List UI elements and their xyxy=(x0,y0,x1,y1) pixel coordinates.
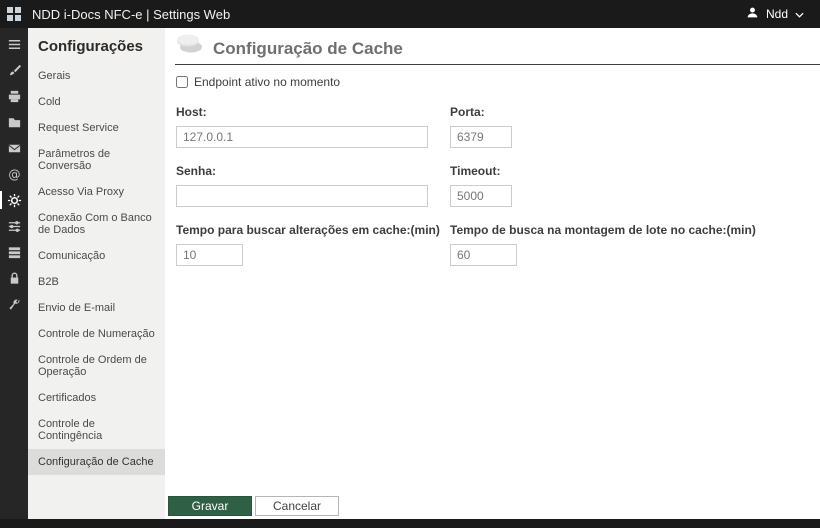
wrench-icon[interactable] xyxy=(0,291,28,317)
main-content: Configuração de Cache Endpoint ativo no … xyxy=(165,28,820,519)
topbar: NDD i-Docs NFC-e | Settings Web Ndd xyxy=(0,0,820,28)
cancel-button[interactable]: Cancelar xyxy=(255,496,339,516)
sidebar-item[interactable]: Request Service xyxy=(28,115,165,141)
user-icon xyxy=(746,6,759,22)
sidebar-item[interactable]: Conexão Com o Banco de Dados xyxy=(28,205,165,243)
tempo-buscar-input[interactable] xyxy=(176,244,243,266)
host-label: Host: xyxy=(176,105,207,119)
sidebar-list: Gerais Cold Request Service Parâmetros de C… xyxy=(28,63,165,475)
sidebar-item[interactable]: B2B xyxy=(28,269,165,295)
page-title: Configuração de Cache xyxy=(213,39,403,58)
senha-label: Senha: xyxy=(176,164,217,178)
sidebar-item[interactable]: Controle de Numeração xyxy=(28,321,165,347)
app-logo-icon[interactable] xyxy=(0,0,28,28)
lock-icon[interactable] xyxy=(0,265,28,291)
host-input[interactable] xyxy=(176,126,428,148)
sidebar-title: Configurações xyxy=(38,38,144,55)
sidebar-item[interactable]: Cold xyxy=(28,89,165,115)
tempo-buscar-field: Tempo para buscar alterações em cache:(m… xyxy=(176,223,450,266)
host-field: Host: xyxy=(176,105,450,148)
timeout-input[interactable] xyxy=(450,185,512,207)
sidebar: Configurações Gerais Cold Request Service P… xyxy=(28,28,165,519)
chevron-down-icon xyxy=(795,7,804,21)
sliders-icon[interactable] xyxy=(0,213,28,239)
sidebar-item[interactable]: Configuração de Cache xyxy=(28,449,165,475)
at-sign-icon[interactable]: @ xyxy=(0,161,28,187)
timeout-label: Timeout: xyxy=(450,164,501,178)
rows-icon[interactable] xyxy=(0,239,28,265)
bottom-bar xyxy=(0,519,820,528)
sidebar-item[interactable]: Parâmetros de Conversão xyxy=(28,141,165,179)
sidebar-item[interactable]: Gerais xyxy=(28,63,165,89)
tempo-buscar-label: Tempo para buscar alterações em cache:(m… xyxy=(176,223,440,237)
sidebar-item[interactable]: Comunicação xyxy=(28,243,165,269)
page-header: Configuração de Cache xyxy=(175,28,820,65)
cache-icon xyxy=(175,32,205,61)
endpoint-active-checkbox[interactable] xyxy=(176,76,188,88)
porta-field: Porta: xyxy=(450,105,820,148)
save-button[interactable]: Gravar xyxy=(168,496,252,516)
sidebar-item[interactable]: Acesso Via Proxy xyxy=(28,179,165,205)
gear-icon[interactable] xyxy=(0,187,28,213)
form-actions: Gravar Cancelar xyxy=(168,496,339,516)
brush-icon[interactable] xyxy=(0,57,28,83)
tempo-lote-input[interactable] xyxy=(450,244,517,266)
icon-rail: @ xyxy=(0,28,28,519)
sidebar-item[interactable]: Envio de E-mail xyxy=(28,295,165,321)
app-title: NDD i-Docs NFC-e | Settings Web xyxy=(32,6,231,22)
user-name: Ndd xyxy=(765,7,788,21)
cache-form: Endpoint ativo no momento Host: Porta: S… xyxy=(176,75,820,266)
senha-input[interactable] xyxy=(176,185,428,207)
sidebar-item[interactable]: Controle de Contingência xyxy=(28,411,165,449)
menu-icon[interactable] xyxy=(0,31,28,57)
folder-icon[interactable] xyxy=(0,109,28,135)
porta-label: Porta: xyxy=(450,105,485,119)
envelope-icon[interactable] xyxy=(0,135,28,161)
svg-text:@: @ xyxy=(8,167,20,181)
tempo-lote-label: Tempo de busca na montagem de lote no ca… xyxy=(450,223,756,237)
sidebar-item[interactable]: Certificados xyxy=(28,385,165,411)
sidebar-item[interactable]: Controle de Ordem de Operação xyxy=(28,347,165,385)
timeout-field: Timeout: xyxy=(450,164,820,207)
user-menu[interactable]: Ndd xyxy=(746,6,820,22)
tempo-lote-field: Tempo de busca na montagem de lote no ca… xyxy=(450,223,820,266)
printer-icon[interactable] xyxy=(0,83,28,109)
senha-field: Senha: xyxy=(176,164,450,207)
endpoint-active-label: Endpoint ativo no momento xyxy=(194,75,341,89)
porta-input[interactable] xyxy=(450,126,512,148)
